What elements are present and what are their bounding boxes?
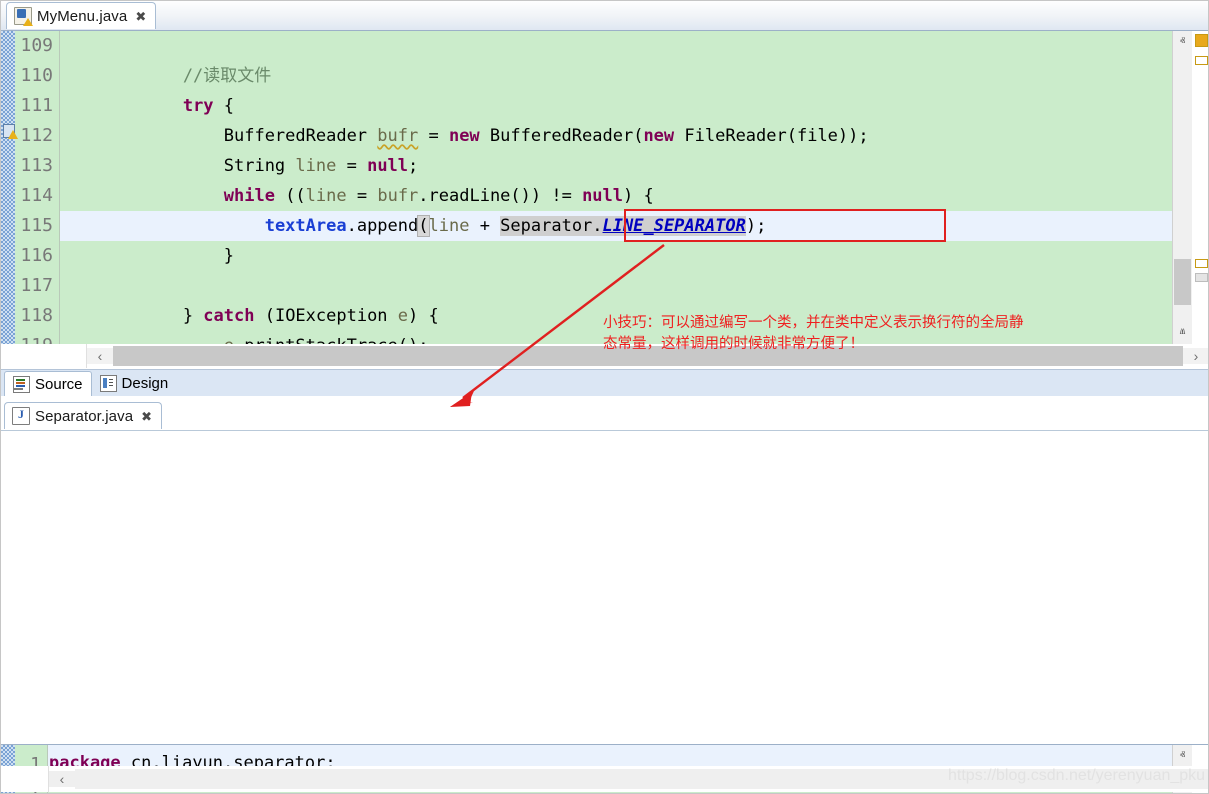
code-line: while ((line = bufr.readLine()) != null)… bbox=[223, 186, 654, 206]
code-text-top[interactable]: //读取文件 try { BufferedReader bufr = new B… bbox=[60, 31, 1208, 344]
design-view-icon bbox=[99, 375, 117, 392]
hscroll-right-arrow-icon[interactable]: › bbox=[1183, 348, 1209, 364]
line-number: 116 bbox=[20, 245, 53, 266]
tab-source[interactable]: Source bbox=[4, 371, 92, 396]
horizontal-scrollbar-top[interactable]: ‹ › bbox=[0, 344, 1209, 368]
editor-bottom-tabstrip: Separator.java ✖ bbox=[0, 400, 1209, 431]
code-line: } catch (IOException e) { bbox=[60, 306, 439, 326]
close-icon[interactable]: ✖ bbox=[141, 410, 152, 423]
line-number: 119 bbox=[20, 331, 53, 344]
line-number: 117 bbox=[20, 275, 53, 296]
java-file-warning-icon bbox=[14, 7, 33, 26]
code-line: } bbox=[60, 246, 234, 266]
hscroll-corner bbox=[0, 344, 87, 368]
java-file-icon bbox=[12, 407, 30, 425]
vertical-scrollbar-thumb[interactable] bbox=[1174, 259, 1191, 305]
line-number: 110 bbox=[20, 65, 53, 86]
code-line: //读取文件 bbox=[60, 66, 272, 86]
source-view-icon bbox=[13, 375, 30, 393]
editor-top-tabstrip: MyMenu.java ✖ bbox=[0, 0, 1209, 31]
line-number: 114 bbox=[20, 185, 53, 206]
line-number-gutter-top: 109 110 111 112 113 114 115 116 117 118 … bbox=[15, 31, 60, 344]
hscroll-corner bbox=[0, 766, 49, 792]
tab-source-label: Source bbox=[35, 375, 83, 393]
ruler-marker[interactable] bbox=[1195, 273, 1208, 282]
tab-label: MyMenu.java bbox=[37, 7, 128, 25]
line-number: 109 bbox=[20, 35, 53, 56]
line-number: 118 bbox=[20, 305, 53, 326]
hscroll-left-arrow-icon[interactable]: ‹ bbox=[49, 771, 75, 787]
code-line: BufferedReader bufr = new BufferedReader… bbox=[60, 126, 869, 146]
line-number: 113 bbox=[20, 155, 53, 176]
code-line: e.printStackTrace(); bbox=[60, 331, 1208, 344]
code-line: try { bbox=[182, 96, 235, 116]
horizontal-scrollbar-bottom[interactable]: ‹ bbox=[0, 766, 1209, 792]
editor-bottom-tabfolder: Separator.java ✖ bbox=[0, 400, 1209, 431]
hscroll-track-thumb[interactable] bbox=[113, 346, 1183, 366]
line-number: 115 bbox=[20, 215, 53, 236]
line-number: 112 bbox=[20, 125, 53, 146]
source-design-tabs: Source Design bbox=[0, 369, 1209, 396]
warning-marker-icon[interactable] bbox=[2, 123, 18, 139]
hscroll-track-thumb[interactable] bbox=[75, 769, 1209, 789]
scroll-up-arrow-icon[interactable]: ⱏ bbox=[1173, 33, 1192, 51]
line-number: 111 bbox=[20, 95, 53, 116]
close-icon[interactable]: ✖ bbox=[135, 10, 146, 23]
ruler-marker[interactable] bbox=[1195, 259, 1208, 268]
tab-mymenu-java[interactable]: MyMenu.java ✖ bbox=[6, 2, 157, 29]
scroll-down-arrow-icon[interactable]: ⱞ bbox=[1173, 324, 1192, 342]
scroll-up-arrow-icon[interactable]: ⱏ bbox=[1173, 747, 1192, 765]
hscroll-left-arrow-icon[interactable]: ‹ bbox=[87, 348, 113, 364]
code-line: String line = null; bbox=[60, 156, 419, 176]
editor-top-body[interactable]: 109 110 111 112 113 114 115 116 117 118 … bbox=[0, 31, 1209, 344]
ruler-marker[interactable] bbox=[1195, 34, 1208, 47]
ruler-marker[interactable] bbox=[1195, 56, 1208, 65]
tab-separator-java[interactable]: Separator.java ✖ bbox=[4, 402, 163, 429]
vertical-scrollbar-top[interactable]: ⱏ ⱞ bbox=[1172, 31, 1192, 344]
code-line-current: textArea.append(line + Separator.LINE_SE… bbox=[264, 215, 767, 237]
eclipse-window: MyMenu.java ✖ 109 110 111 112 113 114 11… bbox=[0, 0, 1209, 794]
overview-ruler-top[interactable] bbox=[1191, 31, 1208, 344]
editor-top-tabfolder: MyMenu.java ✖ bbox=[0, 0, 1209, 31]
tab-label: Separator.java bbox=[35, 407, 134, 425]
annotation-gutter-top[interactable] bbox=[1, 31, 15, 344]
tab-design-label: Design bbox=[121, 375, 169, 392]
tab-design[interactable]: Design bbox=[92, 371, 177, 396]
